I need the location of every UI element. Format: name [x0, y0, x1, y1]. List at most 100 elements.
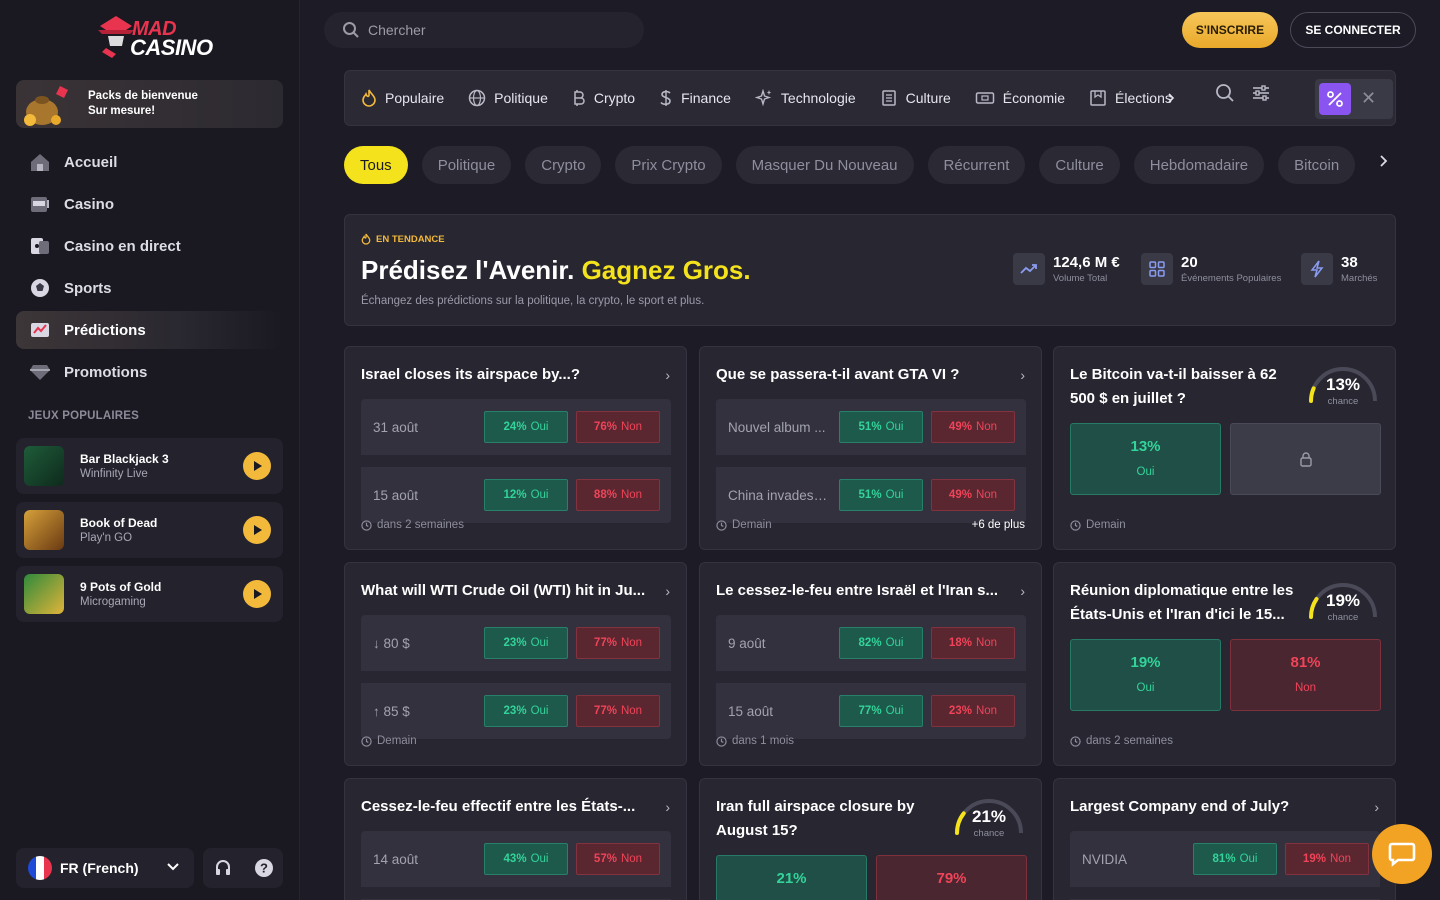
flame-icon [361, 233, 371, 245]
nav-item-sports[interactable]: Sports [16, 269, 283, 307]
language-selector[interactable]: FR (French) [16, 848, 194, 888]
market-card-us-iran-meeting[interactable]: Réunion diplomatique entre les États-Uni… [1053, 562, 1396, 766]
category-crypto[interactable]: Crypto [572, 89, 635, 107]
filter-pill-culture[interactable]: Culture [1039, 146, 1120, 184]
market-card-wti-crude[interactable]: What will WTI Crude Oil (WTI) hit in Ju.… [344, 562, 687, 766]
category-populaire[interactable]: Populaire [361, 89, 444, 107]
category-economie[interactable]: Économie [975, 90, 1065, 106]
nav-item-accueil[interactable]: Accueil [16, 143, 283, 181]
logo-text-casino: CASINO [130, 35, 213, 60]
yes-odds: 51% [858, 489, 882, 501]
yes-button[interactable]: 51% Oui [839, 479, 923, 511]
yes-button[interactable]: 77% Oui [839, 695, 923, 727]
filter-pill-hebdomadaire[interactable]: Hebdomadaire [1133, 146, 1265, 184]
yes-label: Oui [1136, 682, 1155, 694]
category-label: Élections [1115, 90, 1172, 106]
yes-odds: 12% [503, 489, 527, 501]
signup-button[interactable]: S'INSCRIRE [1182, 12, 1278, 48]
promo-line1: Packs de bienvenue [88, 90, 198, 102]
divider [361, 887, 671, 899]
market-card-gta-vi[interactable]: Que se passera-t-il avant GTA VI ? › Nou… [699, 346, 1042, 550]
no-button[interactable]: 81% Non [1230, 639, 1381, 711]
no-button[interactable]: 77% Non [576, 627, 660, 659]
banknote-icon [975, 90, 995, 106]
filter-pill-tous[interactable]: Tous [344, 146, 408, 184]
login-button[interactable]: SE CONNECTER [1290, 12, 1416, 48]
filter-pill-recurrent[interactable]: Récurrent [927, 146, 1026, 184]
no-button[interactable]: 88% Non [576, 479, 660, 511]
play-button[interactable] [243, 452, 271, 480]
lock-icon [1300, 452, 1312, 467]
yes-button[interactable]: 24% Oui [484, 411, 568, 443]
divider [716, 671, 1026, 683]
mad-casino-logo[interactable]: MAD CASINO [96, 12, 213, 62]
percent-toggle-button[interactable] [1319, 83, 1351, 115]
no-button[interactable]: 77% Non [576, 695, 660, 727]
headset-icon[interactable] [214, 859, 232, 877]
yes-button[interactable]: 43% Oui [484, 843, 568, 875]
market-card-largest-company[interactable]: Largest Company end of July? › NVIDIA 81… [1053, 778, 1396, 900]
no-button[interactable]: 76% Non [576, 411, 660, 443]
game-item-book-of-dead[interactable]: Book of Dead Play'n GO [16, 502, 283, 558]
live-chat-button[interactable] [1372, 824, 1432, 884]
trending-badge: EN TENDANCE [361, 233, 445, 245]
market-card-bitcoin-62500[interactable]: Le Bitcoin va-t-il baisser à 62 500 $ en… [1053, 346, 1396, 550]
chevron-right-icon[interactable] [1378, 154, 1388, 168]
filter-pill-prix-crypto[interactable]: Prix Crypto [615, 146, 722, 184]
nav-item-casino-en-direct[interactable]: Casino en direct [16, 227, 283, 265]
no-odds: 79% [936, 870, 967, 887]
category-elections[interactable]: Élections [1089, 89, 1176, 107]
game-item-bar-blackjack[interactable]: Bar Blackjack 3 Winfinity Live [16, 438, 283, 494]
trending-badge-label: EN TENDANCE [376, 233, 445, 245]
category-finance[interactable]: Finance [659, 89, 731, 107]
yes-button[interactable]: 23% Oui [484, 695, 568, 727]
filter-pill-politique[interactable]: Politique [421, 146, 512, 184]
no-button[interactable]: 23% Non [931, 695, 1015, 727]
play-button[interactable] [243, 580, 271, 608]
market-card-us-ceasefire[interactable]: Cessez-le-feu effectif entre les États-.… [344, 778, 687, 900]
chevron-right-icon[interactable] [1166, 92, 1176, 104]
nav-item-casino[interactable]: Casino [16, 185, 283, 223]
category-politique[interactable]: Politique [468, 89, 548, 107]
filter-pill-bitcoin[interactable]: Bitcoin [1278, 146, 1356, 184]
no-button[interactable]: 18% Non [931, 627, 1015, 659]
yes-button[interactable]: 19% Oui [1070, 639, 1221, 711]
close-icon[interactable]: ✕ [1361, 88, 1376, 109]
nav-item-predictions[interactable]: Prédictions [16, 311, 283, 349]
no-label: Non [620, 421, 643, 433]
market-title: Iran full airspace closure by August 15? [716, 798, 915, 839]
filter-pill-masquer-du-nouveau[interactable]: Masquer Du Nouveau [735, 146, 914, 184]
filter-sliders-icon[interactable] [1251, 83, 1271, 103]
play-button[interactable] [243, 516, 271, 544]
no-button[interactable]: 79% [876, 855, 1027, 900]
yes-button[interactable]: 12% Oui [484, 479, 568, 511]
no-button[interactable]: 49% Non [931, 479, 1015, 511]
no-button[interactable]: 19% Non [1285, 843, 1369, 875]
market-card-israel-airspace[interactable]: Israel closes its airspace by...? › 31 a… [344, 346, 687, 550]
yes-button[interactable]: 51% Oui [839, 411, 923, 443]
welcome-pack-banner[interactable]: Packs de bienvenue Sur mesure! [16, 80, 283, 128]
yes-button[interactable]: 82% Oui [839, 627, 923, 659]
market-card-iran-airspace[interactable]: Iran full airspace closure by August 15?… [699, 778, 1042, 900]
yes-button[interactable]: 21% [716, 855, 867, 900]
no-button-locked[interactable] [1230, 423, 1381, 495]
no-button[interactable]: 57% Non [576, 843, 660, 875]
gauge-label: chance [1327, 396, 1359, 407]
yes-button[interactable]: 81% Oui [1193, 843, 1277, 875]
search-bar[interactable]: Chercher [324, 12, 644, 48]
odds-toggle: ✕ [1315, 79, 1393, 119]
game-item-9-pots-of-gold[interactable]: 9 Pots of Gold Microgaming [16, 566, 283, 622]
search-icon[interactable] [1215, 83, 1235, 103]
game-thumbnail [24, 446, 64, 486]
market-card-israel-iran-ceasefire[interactable]: Le cessez-le-feu entre Israël et l'Iran … [699, 562, 1042, 766]
no-button[interactable]: 49% Non [931, 411, 1015, 443]
nav-item-promotions[interactable]: Promotions [16, 353, 283, 391]
category-culture[interactable]: Culture [880, 89, 951, 107]
filter-pill-crypto[interactable]: Crypto [525, 146, 602, 184]
sparkle-icon [754, 89, 773, 107]
yes-button[interactable]: 13% Oui [1070, 423, 1221, 495]
more-outcomes-link[interactable]: +6 de plus [972, 519, 1025, 531]
help-icon[interactable]: ? [254, 858, 274, 878]
category-technologie[interactable]: Technologie [754, 89, 856, 107]
yes-button[interactable]: 23% Oui [484, 627, 568, 659]
